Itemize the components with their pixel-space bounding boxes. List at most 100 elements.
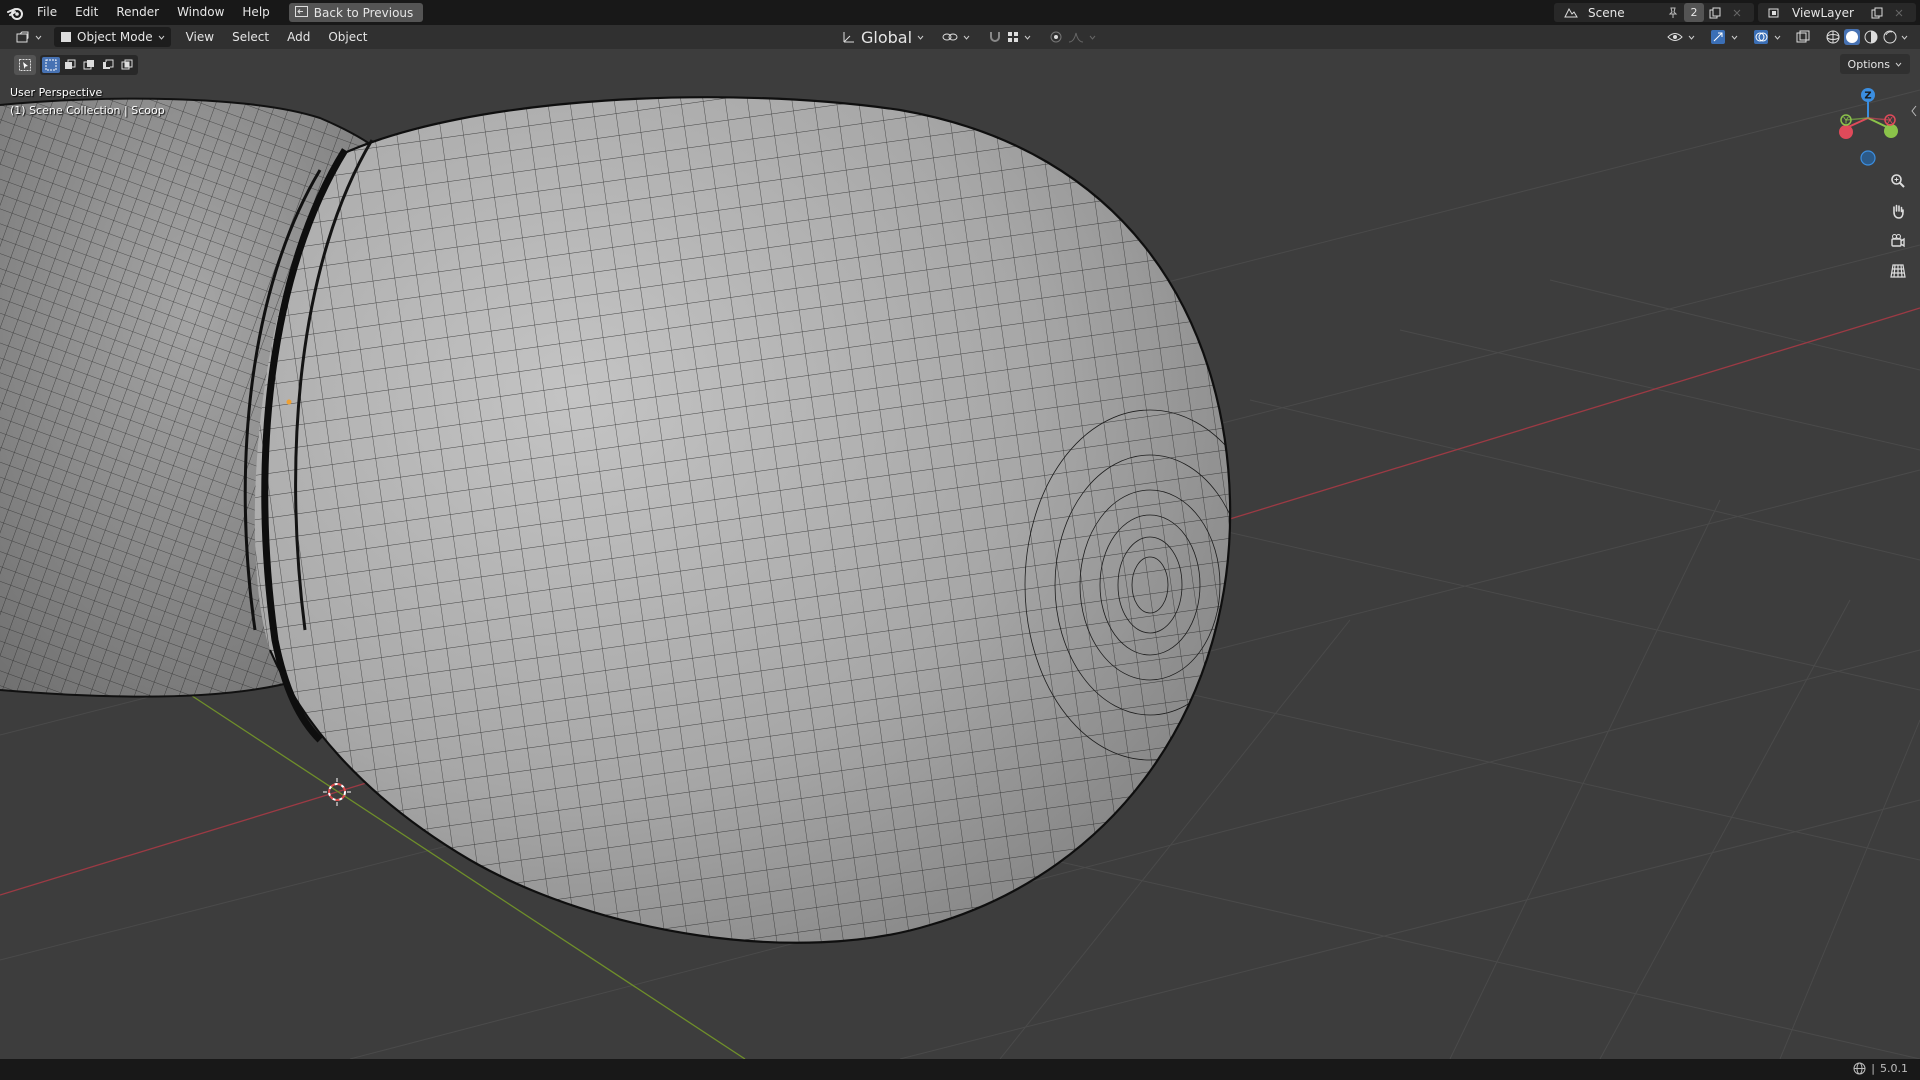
gizmo-y-label: Y xyxy=(1842,117,1849,127)
selection-mode-group xyxy=(40,55,138,75)
magnet-icon xyxy=(990,32,1001,42)
visibility-dropdown[interactable] xyxy=(1661,27,1701,47)
snap-grid-icon xyxy=(1008,32,1019,42)
network-globe-icon[interactable] xyxy=(1853,1062,1866,1075)
blender-version: 5.0.1 xyxy=(1880,1062,1908,1075)
wireframe-shading-icon[interactable] xyxy=(1825,29,1841,45)
menu-edit[interactable]: Edit xyxy=(66,0,107,25)
blender-logo-icon[interactable] xyxy=(2,0,28,25)
viewport-display-tools xyxy=(1661,25,1914,49)
chevron-down-icon xyxy=(1024,35,1031,40)
view-layer-name-field[interactable]: ViewLayer xyxy=(1786,3,1866,22)
viewport-collection-label: (1) Scene Collection | Scoop xyxy=(10,104,165,117)
pivot-link-icon xyxy=(942,33,958,41)
menu-select[interactable]: Select xyxy=(223,25,278,49)
separator: | xyxy=(1871,1062,1875,1075)
transform-orientation-label: Global xyxy=(861,27,913,47)
object-mode-dropdown[interactable]: Object Mode xyxy=(54,27,171,47)
object-mode-icon xyxy=(61,32,71,42)
menu-window[interactable]: Window xyxy=(168,0,233,25)
gizmo-x-axis[interactable] xyxy=(1839,125,1853,139)
top-right-controls: Scene 2 ViewLayer xyxy=(1554,0,1920,25)
orientation-axes-icon xyxy=(843,32,854,43)
status-bar xyxy=(0,1059,1920,1080)
cursor-arrow-icon xyxy=(19,59,31,71)
scene-selector: Scene 2 xyxy=(1554,3,1754,22)
editor-type-dropdown[interactable] xyxy=(10,27,48,47)
editor-type-icon xyxy=(16,31,29,43)
menu-add[interactable]: Add xyxy=(278,25,319,49)
proportional-editing-toggle[interactable] xyxy=(1043,27,1102,47)
object-origin-dot xyxy=(286,399,292,405)
material-shading-icon[interactable] xyxy=(1863,29,1879,45)
select-extend-icon[interactable] xyxy=(61,57,79,73)
view-layer-selector: ViewLayer xyxy=(1758,3,1916,22)
chevron-down-icon xyxy=(1731,35,1738,40)
gizmo-x-label: X xyxy=(1887,117,1893,127)
mesh-scoop-bulb[interactable] xyxy=(240,80,1275,950)
version-info: | 5.0.1 xyxy=(1853,1062,1908,1075)
view-layer-browse-icon[interactable] xyxy=(1764,3,1786,22)
menu-help[interactable]: Help xyxy=(233,0,278,25)
chevron-down-icon xyxy=(158,35,164,40)
viewport-perspective-label: User Perspective xyxy=(10,86,103,99)
3d-viewport[interactable]: Z Y X xyxy=(0,49,1920,1059)
scene-browse-icon[interactable] xyxy=(1560,3,1582,22)
back-to-previous-label: Back to Previous xyxy=(313,5,414,20)
menu-file[interactable]: File xyxy=(28,0,66,25)
orthographic-grid-icon[interactable] xyxy=(1886,259,1910,283)
viewport-scene[interactable]: Z Y X xyxy=(0,49,1920,1059)
delete-scene-icon[interactable] xyxy=(1726,3,1748,22)
gizmo-toggle[interactable] xyxy=(1704,27,1744,47)
chevron-down-icon xyxy=(35,35,42,40)
new-view-layer-icon[interactable] xyxy=(1866,3,1888,22)
zoom-icon[interactable] xyxy=(1886,169,1910,193)
pan-hand-icon[interactable] xyxy=(1886,199,1910,223)
snap-toggle[interactable] xyxy=(982,27,1037,47)
camera-view-icon[interactable] xyxy=(1886,229,1910,253)
back-screen-icon xyxy=(294,5,308,20)
rendered-shading-icon[interactable] xyxy=(1882,29,1898,45)
select-invert-icon[interactable] xyxy=(99,57,117,73)
options-label: Options xyxy=(1847,57,1890,71)
falloff-curve-icon xyxy=(1068,32,1084,43)
solid-shading-icon[interactable] xyxy=(1844,29,1860,45)
menu-object[interactable]: Object xyxy=(319,25,376,49)
transform-tools: Global xyxy=(836,25,1102,49)
xray-icon xyxy=(1796,30,1810,43)
eye-icon xyxy=(1667,33,1683,41)
top-bar: File Edit Render Window Help Back to Pre… xyxy=(0,0,1920,25)
chevron-down-icon[interactable] xyxy=(1901,35,1908,40)
chevron-down-icon xyxy=(1895,62,1902,67)
chevron-down-icon xyxy=(917,35,924,40)
gizmo-icon xyxy=(1711,30,1725,44)
object-mode-label: Object Mode xyxy=(77,30,153,44)
overlays-icon xyxy=(1754,30,1768,44)
sidebar-toggle-icon[interactable] xyxy=(1910,102,1918,121)
back-to-previous-button[interactable]: Back to Previous xyxy=(288,3,424,22)
chevron-down-icon xyxy=(1774,35,1781,40)
select-tool-button[interactable] xyxy=(14,55,36,75)
select-subtract-icon[interactable] xyxy=(80,57,98,73)
transform-orientation-dropdown[interactable]: Global xyxy=(836,27,930,47)
navigation-gizmo[interactable]: Z Y X xyxy=(1839,88,1898,166)
menu-render[interactable]: Render xyxy=(107,0,168,25)
shading-mode-selector xyxy=(1819,27,1914,47)
scene-users-count[interactable]: 2 xyxy=(1684,3,1704,22)
pin-icon[interactable] xyxy=(1662,3,1684,22)
scene-name-field[interactable]: Scene xyxy=(1582,3,1662,22)
delete-view-layer-icon[interactable] xyxy=(1888,3,1910,22)
xray-toggle[interactable] xyxy=(1790,27,1816,47)
select-new-icon[interactable] xyxy=(42,57,60,73)
proportional-edit-icon xyxy=(1050,31,1062,43)
overlays-toggle[interactable] xyxy=(1747,27,1787,47)
select-intersect-icon[interactable] xyxy=(118,57,136,73)
pivot-point-dropdown[interactable] xyxy=(936,27,976,47)
options-dropdown[interactable]: Options xyxy=(1839,54,1910,74)
gizmo-z-label: Z xyxy=(1864,91,1871,102)
chevron-down-icon xyxy=(1089,35,1096,40)
select-tool-row xyxy=(14,55,138,75)
new-scene-icon[interactable] xyxy=(1704,3,1726,22)
menu-view[interactable]: View xyxy=(177,25,223,49)
chevron-down-icon xyxy=(963,35,970,40)
